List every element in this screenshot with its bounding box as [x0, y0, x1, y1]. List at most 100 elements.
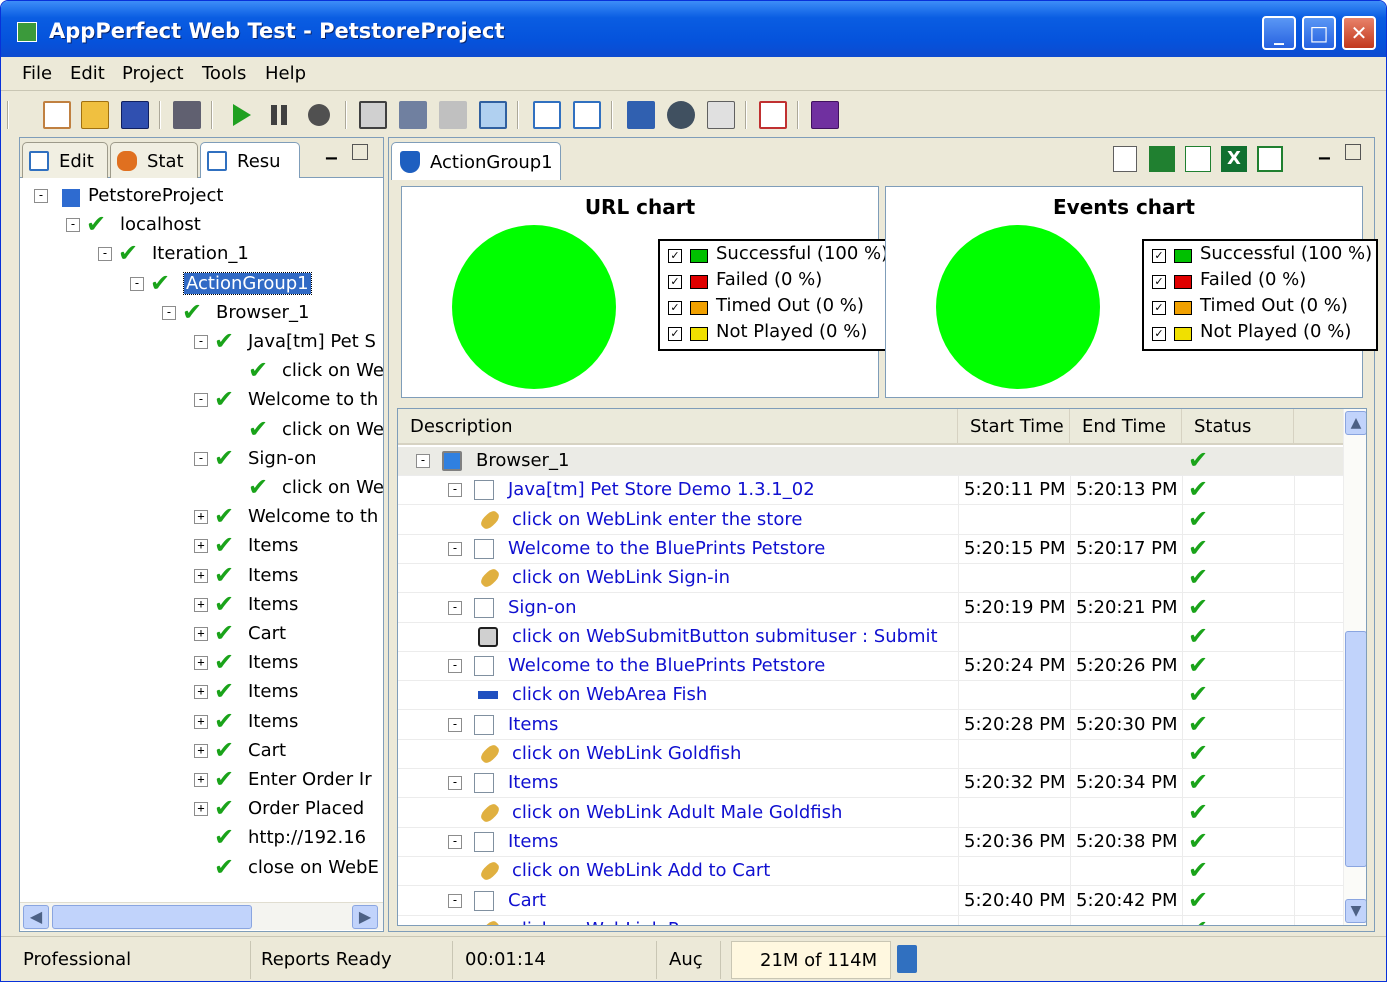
legend-item[interactable]: ✓ Not Played (0 %) [1148, 321, 1372, 347]
tree-expander-icon[interactable]: - [34, 189, 48, 203]
play-icon[interactable] [227, 101, 255, 129]
menu-project[interactable]: Project [122, 63, 184, 84]
help-book-icon[interactable] [811, 101, 839, 129]
camera-icon[interactable] [173, 101, 201, 129]
table-row[interactable]: - Sign-on 5:20:19 PM 5:20:21 PM ✔ [398, 594, 1343, 623]
table-row[interactable]: click on WebLink Adult Male Goldfish ✔ [398, 799, 1343, 828]
users-icon[interactable] [399, 101, 427, 129]
table-row[interactable]: click on WebLink Sign-in ✔ [398, 564, 1343, 594]
table-row[interactable]: click on WebLink R ✔ [398, 916, 1343, 925]
check-icon[interactable] [573, 101, 601, 129]
edit-icon[interactable] [533, 101, 561, 129]
row-expander-icon[interactable]: - [448, 717, 462, 732]
scroll-left-icon[interactable]: ◀ [23, 905, 49, 929]
table-row[interactable]: - Items 5:20:36 PM 5:20:38 PM ✔ [398, 828, 1343, 857]
table-row[interactable]: - Welcome to the BluePrints Petstore 5:20:… [398, 535, 1343, 564]
tab-stat[interactable]: Stat [110, 142, 198, 178]
bug-icon[interactable] [667, 101, 695, 129]
tree-horizontal-scrollbar[interactable]: ◀ ▶ [20, 902, 383, 930]
tree-expander-icon[interactable]: - [98, 247, 112, 262]
table-row[interactable]: click on WebLink Add to Cart ✔ [398, 857, 1343, 887]
tree-expander-icon[interactable]: - [194, 451, 208, 466]
scroll-thumb[interactable] [1345, 631, 1366, 867]
legend-item[interactable]: ✓ Failed (0 %) [664, 269, 888, 295]
monitor-icon[interactable] [627, 101, 655, 129]
result-tree[interactable]: - PetstoreProject - ✔ localhost - ✔ Iteration_1… [20, 178, 383, 898]
tab-actiongroup1[interactable]: ActionGroup1 [391, 142, 561, 180]
row-expander-icon[interactable]: - [448, 483, 462, 498]
table-row[interactable]: - Items 5:20:32 PM 5:20:34 PM ✔ [398, 769, 1343, 799]
table-row[interactable]: - Cart 5:20:40 PM 5:20:42 PM ✔ [398, 887, 1343, 916]
table-vertical-scrollbar[interactable]: ▲ ▼ [1343, 409, 1366, 925]
tree-expander-icon[interactable]: + [194, 568, 208, 583]
table-row[interactable]: click on WebArea Fish ✔ [398, 681, 1343, 711]
title-bar[interactable]: AppPerfect Web Test - PetstoreProject _ … [1, 1, 1386, 57]
tab-results[interactable]: Resu [200, 142, 300, 178]
column-header-status[interactable]: Status [1182, 409, 1294, 445]
close-button[interactable]: ✕ [1342, 16, 1376, 50]
tree-expander-icon[interactable]: + [194, 714, 208, 729]
minimize-view-icon[interactable]: ▁ [1319, 144, 1330, 160]
chart-report-icon[interactable] [1185, 146, 1211, 172]
menu-edit[interactable]: Edit [70, 63, 105, 84]
tree-expander-icon[interactable]: - [194, 393, 208, 408]
legend-item[interactable]: ✓ Timed Out (0 %) [1148, 295, 1372, 321]
table-row[interactable]: click on WebLink Goldfish ✔ [398, 740, 1343, 769]
tree-expander-icon[interactable]: - [162, 305, 176, 320]
open-folder-icon[interactable] [81, 101, 109, 129]
excel-icon[interactable]: X [1221, 146, 1247, 172]
column-header-end-time[interactable]: End Time [1070, 409, 1182, 445]
report-icon[interactable] [759, 101, 787, 129]
tree-expander-icon[interactable]: - [130, 276, 144, 291]
replay-icon[interactable] [479, 101, 507, 129]
trash-gc-icon[interactable] [897, 945, 917, 973]
maximize-view-icon[interactable] [1345, 144, 1361, 160]
row-expander-icon[interactable]: - [448, 776, 462, 791]
tree-expander-icon[interactable]: + [194, 685, 208, 700]
minimize-view-icon[interactable]: ▁ [326, 144, 337, 160]
tree-expander-icon[interactable]: - [66, 218, 80, 233]
minimize-button[interactable]: _ [1262, 16, 1296, 50]
tree-expander-icon[interactable]: + [194, 773, 208, 787]
tree-expander-icon[interactable]: + [194, 597, 208, 612]
menu-help[interactable]: Help [265, 63, 306, 84]
pause-icon[interactable] [265, 101, 293, 129]
legend-item[interactable]: ✓ Failed (0 %) [1148, 269, 1372, 295]
table-row[interactable]: - Welcome to the BluePrints Petstore 5:20:… [398, 652, 1343, 682]
stop-icon[interactable] [305, 101, 333, 129]
script-icon[interactable] [439, 101, 467, 129]
menu-file[interactable]: File [22, 63, 52, 84]
new-project-icon[interactable] [43, 101, 71, 129]
legend-item[interactable]: ✓ Successful (100 %) [664, 243, 888, 269]
maximize-button[interactable]: □ [1302, 16, 1336, 50]
table-row[interactable]: click on WebLink enter the store ✔ [398, 506, 1343, 535]
record-icon[interactable] [359, 101, 387, 129]
row-expander-icon[interactable]: - [448, 600, 462, 615]
legend-item[interactable]: ✓ Successful (100 %) [1148, 243, 1372, 269]
table-row[interactable]: click on WebSubmitButton submituser : Su… [398, 623, 1343, 652]
scroll-thumb[interactable] [52, 905, 252, 929]
row-expander-icon[interactable]: - [448, 893, 462, 908]
row-expander-icon[interactable]: - [416, 454, 430, 468]
maximize-view-icon[interactable] [352, 144, 368, 160]
table-row[interactable]: - Browser_1 ✔ [398, 447, 1343, 476]
menu-tools[interactable]: Tools [202, 63, 246, 84]
tab-edit[interactable]: Edit [22, 142, 108, 178]
tree-expander-icon[interactable]: + [194, 656, 208, 671]
scroll-down-icon[interactable]: ▼ [1345, 899, 1366, 923]
row-expander-icon[interactable]: - [448, 834, 462, 849]
html-report-icon[interactable] [1257, 146, 1283, 172]
export-report-icon[interactable] [1149, 146, 1175, 172]
tree-expander-icon[interactable]: - [194, 335, 208, 349]
export-icon[interactable] [707, 101, 735, 129]
row-expander-icon[interactable]: - [448, 541, 462, 556]
tree-expander-icon[interactable]: + [194, 627, 208, 641]
column-header-start-time[interactable]: Start Time [958, 409, 1070, 445]
save-icon[interactable] [121, 101, 149, 129]
scroll-up-icon[interactable]: ▲ [1345, 411, 1366, 435]
column-header-description[interactable]: Description [398, 409, 958, 445]
row-expander-icon[interactable]: - [448, 659, 462, 674]
tree-expander-icon[interactable]: + [194, 743, 208, 758]
table-row[interactable]: - Java[tm] Pet Store Demo 1.3.1_02 5:20:11… [398, 476, 1343, 506]
text-report-icon[interactable] [1113, 146, 1137, 172]
